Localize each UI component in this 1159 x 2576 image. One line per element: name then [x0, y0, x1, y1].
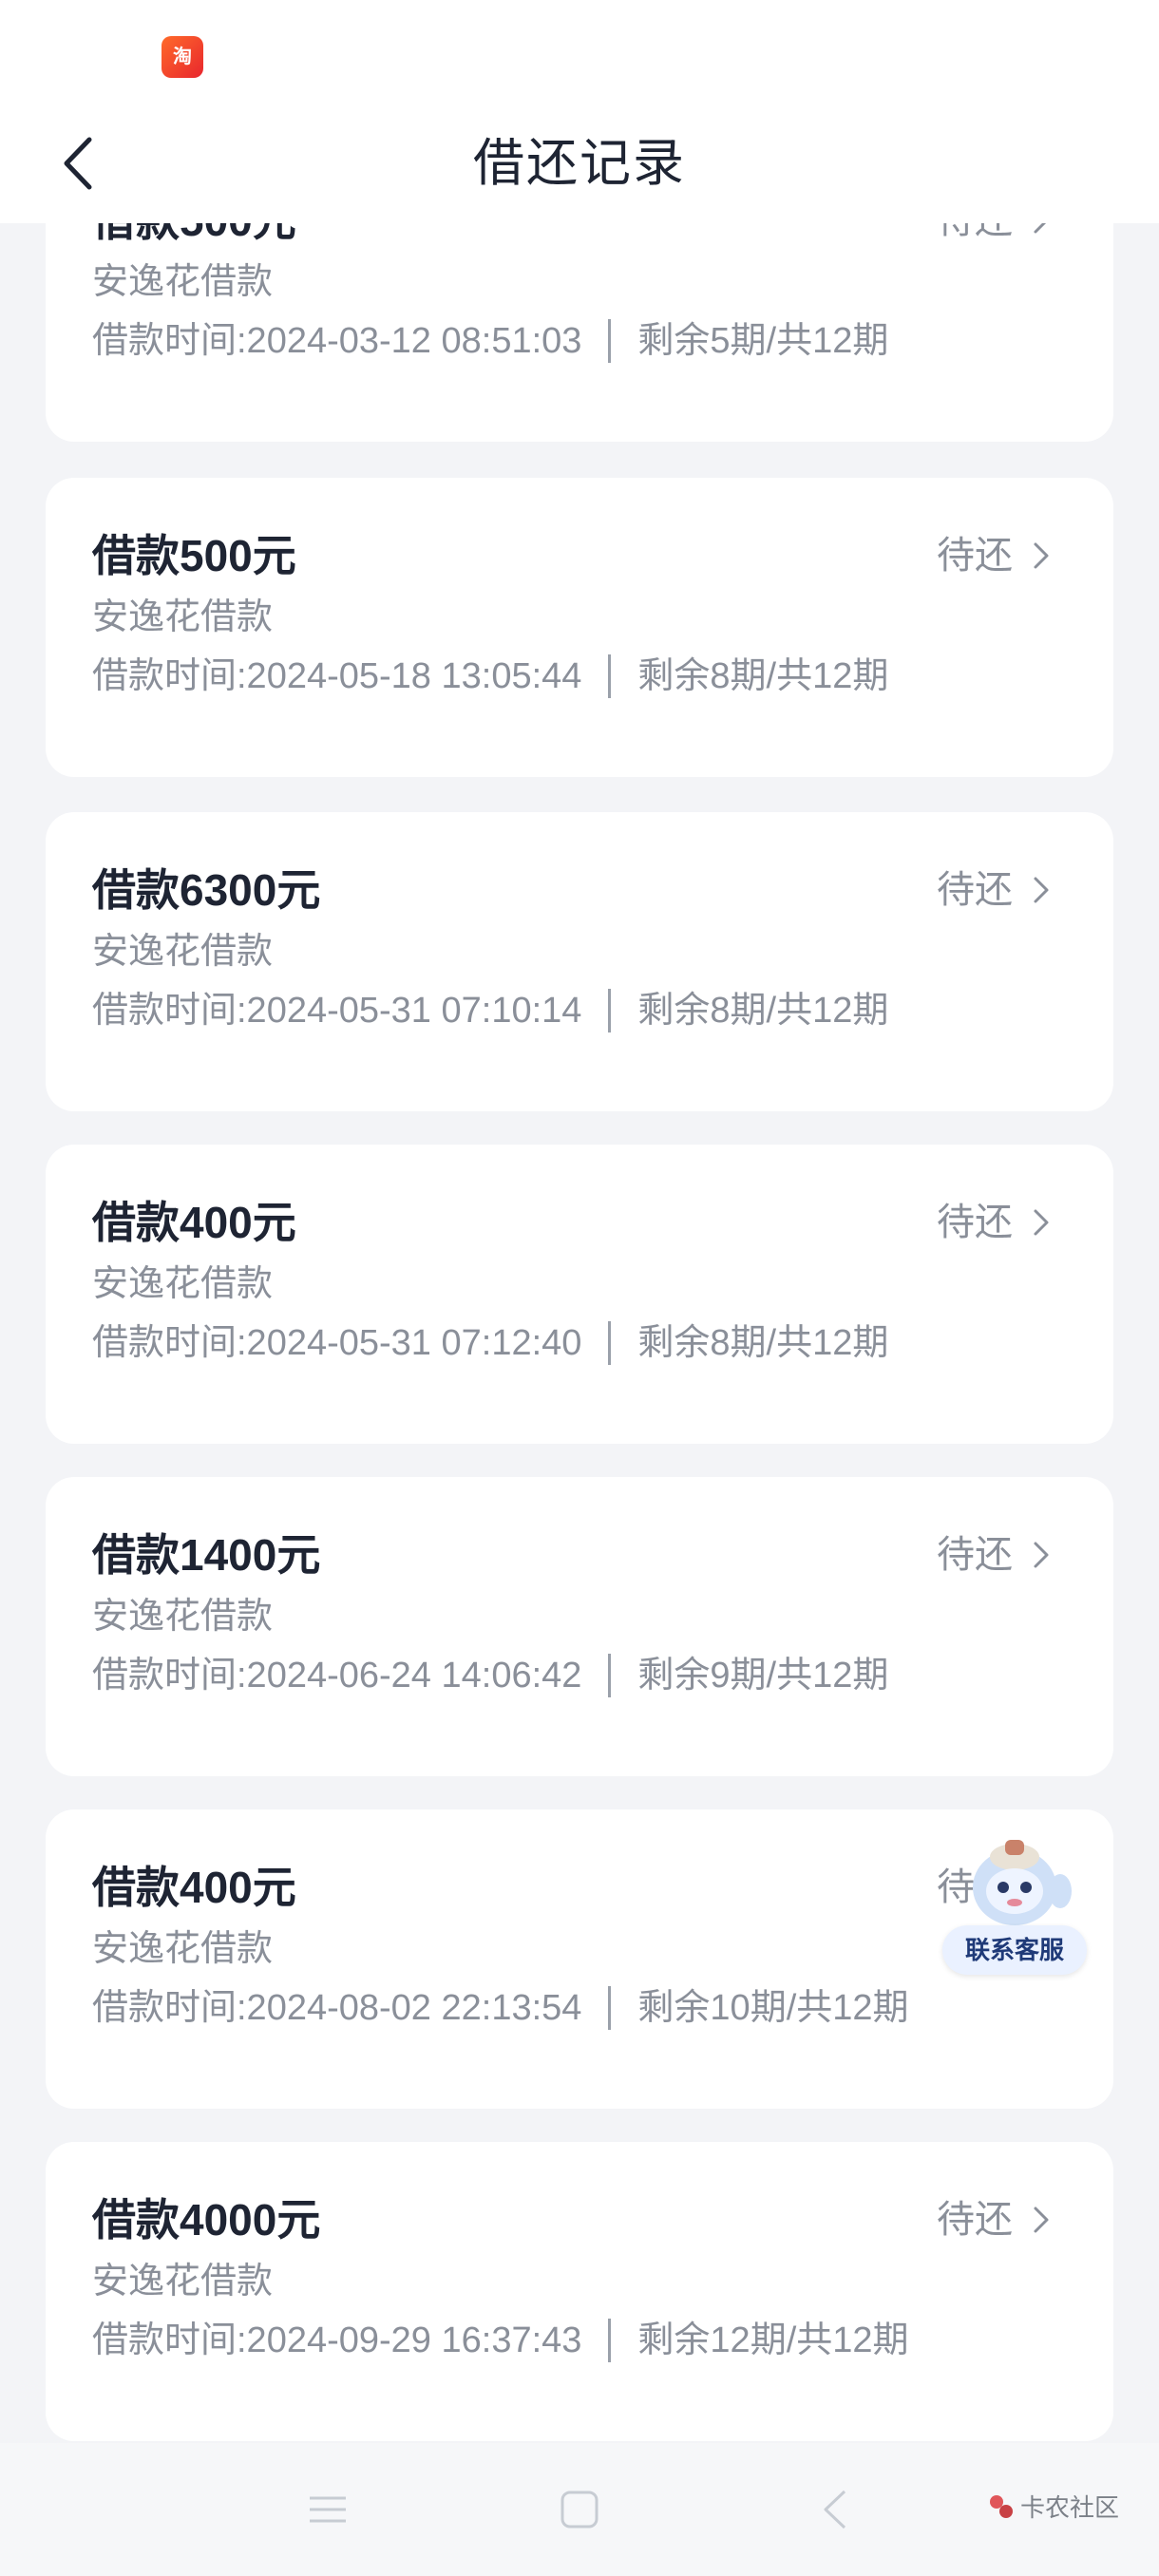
loan-time: 借款时间:2024-08-02 22:13:54 — [92, 1988, 582, 2028]
divider — [608, 1321, 612, 1365]
loan-record-card[interactable]: 借款6300元 待还 安逸花借款 借款时间:2024-05-31 07:10:1… — [46, 812, 1113, 1111]
chevron-right-icon — [1034, 1209, 1049, 1236]
status-label: 待还 — [937, 2199, 1013, 2241]
installments: 剩余8期/共12期 — [637, 1323, 889, 1363]
loan-record-card[interactable]: 借款4000元 待还 安逸花借款 借款时间:2024-09-29 16:37:4… — [46, 2142, 1113, 2441]
record-meta: 借款时间:2024-09-29 16:37:43 剩余12期/共12期 — [92, 2317, 909, 2364]
divider — [608, 1986, 612, 2030]
chevron-right-icon — [1034, 1542, 1049, 1568]
home-button[interactable] — [556, 2486, 603, 2533]
loan-amount: 借款4000元 — [92, 2195, 321, 2245]
chevron-right-icon — [1034, 877, 1049, 903]
menu-icon — [310, 2496, 346, 2523]
loan-record-card[interactable]: 借款500元 待还 安逸花借款 借款时间:2024-05-18 13:05:44… — [46, 478, 1113, 777]
watermark: 卡农社区 — [986, 2489, 1119, 2524]
status-bar: 淘 — [0, 0, 1159, 109]
product-name: 安逸花借款 — [92, 1929, 274, 1969]
loan-record-card[interactable]: 借款400元 待还 安逸花借款 借款时间:2024-05-31 07:12:40… — [46, 1145, 1113, 1444]
nav-back-button[interactable] — [812, 2486, 860, 2533]
kanong-logo-icon — [990, 2494, 1013, 2518]
back-triangle-icon — [824, 2490, 846, 2529]
customer-service-button[interactable]: 联系客服 — [942, 1828, 1087, 1980]
loan-time: 借款时间:2024-05-18 13:05:44 — [92, 656, 582, 696]
mascot-icon — [973, 1840, 1072, 1925]
system-nav-bar: 卡农社区 — [0, 2443, 1159, 2576]
record-status[interactable]: 待还 — [937, 2191, 1060, 2248]
home-square-icon — [560, 2491, 598, 2529]
watermark-text: 卡农社区 — [1020, 2493, 1120, 2522]
taobao-app-icon: 淘 — [162, 36, 203, 78]
recent-apps-button[interactable] — [304, 2486, 352, 2533]
divider — [608, 654, 612, 698]
product-name: 安逸花借款 — [92, 262, 274, 302]
divider — [608, 2319, 612, 2362]
product-name: 安逸花借款 — [92, 1264, 274, 1304]
status-label: 待还 — [937, 535, 1013, 577]
chevron-right-icon — [1034, 542, 1049, 569]
record-status[interactable]: 待还 — [937, 1526, 1060, 1583]
page-header: 借还记录 — [0, 109, 1159, 223]
customer-service-label: 联系客服 — [942, 1925, 1087, 1975]
loan-time: 借款时间:2024-05-31 07:10:14 — [92, 991, 582, 1031]
status-label: 待还 — [937, 1534, 1013, 1576]
record-meta: 借款时间:2024-05-31 07:10:14 剩余8期/共12期 — [92, 987, 888, 1034]
loan-amount: 借款400元 — [92, 1863, 296, 1912]
product-name: 安逸花借款 — [92, 932, 274, 972]
loan-amount: 借款1400元 — [92, 1530, 321, 1580]
record-meta: 借款时间:2024-08-02 22:13:54 剩余10期/共12期 — [92, 1984, 909, 2032]
record-meta: 借款时间:2024-05-18 13:05:44 剩余8期/共12期 — [92, 653, 888, 700]
page-title: 借还记录 — [473, 135, 686, 192]
loan-time: 借款时间:2024-03-12 08:51:03 — [92, 321, 582, 361]
product-name: 安逸花借款 — [92, 597, 274, 637]
record-meta: 借款时间:2024-05-31 07:12:40 剩余8期/共12期 — [92, 1319, 888, 1367]
divider — [608, 319, 612, 363]
status-label: 待还 — [937, 869, 1013, 911]
record-status[interactable]: 待还 — [937, 1194, 1060, 1251]
loan-time: 借款时间:2024-06-24 14:06:42 — [92, 1656, 582, 1695]
loan-amount: 借款6300元 — [92, 865, 321, 915]
installments: 剩余12期/共12期 — [637, 2320, 909, 2360]
divider — [608, 989, 612, 1032]
loan-time: 借款时间:2024-09-29 16:37:43 — [92, 2320, 582, 2360]
loan-time: 借款时间:2024-05-31 07:12:40 — [92, 1323, 582, 1363]
record-meta: 借款时间:2024-06-24 14:06:42 剩余9期/共12期 — [92, 1652, 888, 1699]
installments: 剩余5期/共12期 — [637, 321, 889, 361]
installments: 剩余10期/共12期 — [637, 1988, 909, 2028]
installments: 剩余8期/共12期 — [637, 656, 889, 696]
record-status[interactable]: 待还 — [937, 527, 1060, 584]
loan-amount: 借款500元 — [92, 531, 296, 580]
divider — [608, 1654, 612, 1697]
installments: 剩余9期/共12期 — [637, 1656, 889, 1695]
installments: 剩余8期/共12期 — [637, 991, 889, 1031]
loan-amount: 借款400元 — [92, 1198, 296, 1247]
record-meta: 借款时间:2024-03-12 08:51:03 剩余5期/共12期 — [92, 317, 888, 365]
chevron-right-icon — [1034, 2207, 1049, 2233]
status-label: 待还 — [937, 1202, 1013, 1243]
product-name: 安逸花借款 — [92, 2262, 274, 2301]
record-status[interactable]: 待还 — [937, 862, 1060, 919]
product-name: 安逸花借款 — [92, 1597, 274, 1637]
loan-record-card[interactable]: 借款1400元 待还 安逸花借款 借款时间:2024-06-24 14:06:4… — [46, 1477, 1113, 1776]
